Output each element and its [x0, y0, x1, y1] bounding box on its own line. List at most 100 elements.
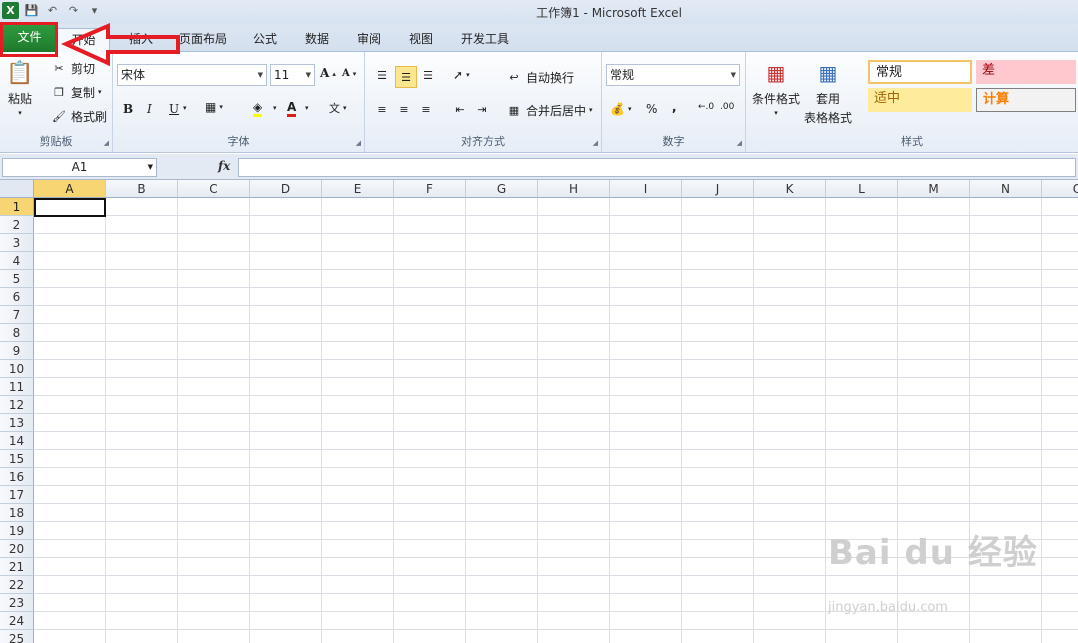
column-header-i[interactable]: I [610, 180, 682, 198]
chevron-down-icon[interactable]: ▾ [305, 104, 309, 112]
align-bottom-icon[interactable]: ☰ [419, 66, 437, 84]
select-all-button[interactable] [0, 180, 34, 198]
tab-data[interactable]: 数据 [294, 28, 340, 52]
format-painter-button[interactable]: 🖌 格式刷 [50, 107, 107, 125]
font-size-select[interactable]: 11 ▼ [270, 64, 315, 86]
row-header-6[interactable]: 6 [0, 288, 34, 306]
column-header-f[interactable]: F [394, 180, 466, 198]
italic-button[interactable]: I [147, 102, 152, 116]
decrease-indent-icon[interactable]: ⇤ [451, 100, 469, 118]
align-right-icon[interactable]: ≡ [417, 100, 435, 118]
grid-column-line [897, 198, 898, 643]
column-header-o[interactable]: O [1042, 180, 1078, 198]
percent-button[interactable]: % [646, 102, 657, 116]
row-header-25[interactable]: 25 [0, 630, 34, 643]
chevron-down-icon[interactable]: ▾ [183, 104, 187, 112]
wrap-text-button[interactable]: ↩ 自动换行 [505, 68, 574, 86]
active-cell[interactable] [34, 198, 106, 217]
grow-font-icon[interactable]: A ▴ [320, 66, 336, 80]
underline-button[interactable]: U [169, 102, 179, 116]
column-header-e[interactable]: E [322, 180, 394, 198]
align-center-icon[interactable]: ≡ [395, 100, 413, 118]
row-header-11[interactable]: 11 [0, 378, 34, 396]
row-header-5[interactable]: 5 [0, 270, 34, 288]
paste-button[interactable]: 📋 粘贴 ▾ [6, 58, 34, 118]
orientation-icon[interactable]: ➚ ▾ [453, 68, 470, 82]
row-header-19[interactable]: 19 [0, 522, 34, 540]
column-header-n[interactable]: N [970, 180, 1042, 198]
row-header-10[interactable]: 10 [0, 360, 34, 378]
name-box[interactable]: A1 ▼ [2, 158, 157, 177]
align-left-icon[interactable]: ≡ [373, 100, 391, 118]
dialog-launcher-icon[interactable]: ◢ [356, 139, 361, 147]
phonetic-icon[interactable]: 文 ▾ [329, 100, 347, 116]
dialog-launcher-icon[interactable]: ◢ [104, 139, 109, 147]
column-header-a[interactable]: A [34, 180, 106, 198]
row-header-16[interactable]: 16 [0, 468, 34, 486]
fill-color-icon[interactable]: ◈ [253, 100, 263, 117]
row-header-2[interactable]: 2 [0, 216, 34, 234]
number-format-select[interactable]: 常规 ▼ [606, 64, 740, 86]
tab-review[interactable]: 审阅 [346, 28, 392, 52]
dialog-launcher-icon[interactable]: ◢ [737, 139, 742, 147]
comma-button[interactable]: , [672, 100, 677, 114]
row-header-22[interactable]: 22 [0, 576, 34, 594]
column-header-m[interactable]: M [898, 180, 970, 198]
currency-icon[interactable]: 💰 ▾ [610, 102, 631, 116]
column-header-g[interactable]: G [466, 180, 538, 198]
decrease-decimal-icon[interactable]: .00 [720, 102, 734, 112]
formula-bar: A1 ▼ fx [0, 154, 1078, 180]
style-bad[interactable]: 差 [976, 60, 1076, 84]
row-header-3[interactable]: 3 [0, 234, 34, 252]
style-calculation[interactable]: 计算 [976, 88, 1076, 112]
merge-center-button[interactable]: ▦ 合并后居中 ▾ [505, 101, 593, 119]
row-header-1[interactable]: 1 [0, 198, 34, 216]
conditional-formatting-button[interactable]: ▦ 条件格式 ▾ [752, 58, 800, 117]
row-header-23[interactable]: 23 [0, 594, 34, 612]
shrink-font-icon[interactable]: A ▾ [342, 68, 356, 79]
row-header-4[interactable]: 4 [0, 252, 34, 270]
formula-input[interactable] [238, 158, 1076, 177]
number-format-value: 常规 [610, 68, 635, 82]
annotation-highlight-box [0, 22, 58, 57]
border-icon[interactable]: ▦ ▾ [205, 100, 223, 114]
column-header-l[interactable]: L [826, 180, 898, 198]
align-top-icon[interactable]: ☰ [373, 66, 391, 84]
style-normal[interactable]: 常规 [868, 60, 972, 84]
chevron-down-icon[interactable]: ▾ [273, 104, 277, 112]
column-header-k[interactable]: K [754, 180, 826, 198]
row-header-14[interactable]: 14 [0, 432, 34, 450]
bold-button[interactable]: B [123, 102, 133, 116]
row-header-24[interactable]: 24 [0, 612, 34, 630]
row-header-7[interactable]: 7 [0, 306, 34, 324]
column-header-d[interactable]: D [250, 180, 322, 198]
increase-indent-icon[interactable]: ⇥ [473, 100, 491, 118]
grid-column-line [465, 198, 466, 643]
tab-view[interactable]: 视图 [398, 28, 444, 52]
style-neutral[interactable]: 适中 [868, 88, 972, 112]
row-header-8[interactable]: 8 [0, 324, 34, 342]
column-header-j[interactable]: J [682, 180, 754, 198]
row-header-13[interactable]: 13 [0, 414, 34, 432]
font-name-select[interactable]: 宋体 ▼ [117, 64, 267, 86]
column-header-h[interactable]: H [538, 180, 610, 198]
increase-decimal-icon[interactable]: ←.0 [698, 102, 714, 112]
row-header-9[interactable]: 9 [0, 342, 34, 360]
row-header-15[interactable]: 15 [0, 450, 34, 468]
tab-formulas[interactable]: 公式 [242, 28, 288, 52]
copy-button[interactable]: ❐ 复制 ▾ [50, 83, 101, 101]
font-color-icon[interactable]: A [287, 100, 297, 117]
row-header-12[interactable]: 12 [0, 396, 34, 414]
column-header-b[interactable]: B [106, 180, 178, 198]
align-middle-icon[interactable]: ☰ [395, 66, 417, 88]
insert-function-icon[interactable]: fx [218, 159, 230, 173]
tab-developer[interactable]: 开发工具 [452, 28, 518, 52]
window-title: 工作簿1 - Microsoft Excel [536, 6, 682, 20]
format-as-table-button[interactable]: ▦ 套用 表格格式 [804, 58, 852, 126]
row-header-18[interactable]: 18 [0, 504, 34, 522]
dialog-launcher-icon[interactable]: ◢ [593, 139, 598, 147]
row-header-17[interactable]: 17 [0, 486, 34, 504]
column-header-c[interactable]: C [178, 180, 250, 198]
row-header-21[interactable]: 21 [0, 558, 34, 576]
row-header-20[interactable]: 20 [0, 540, 34, 558]
